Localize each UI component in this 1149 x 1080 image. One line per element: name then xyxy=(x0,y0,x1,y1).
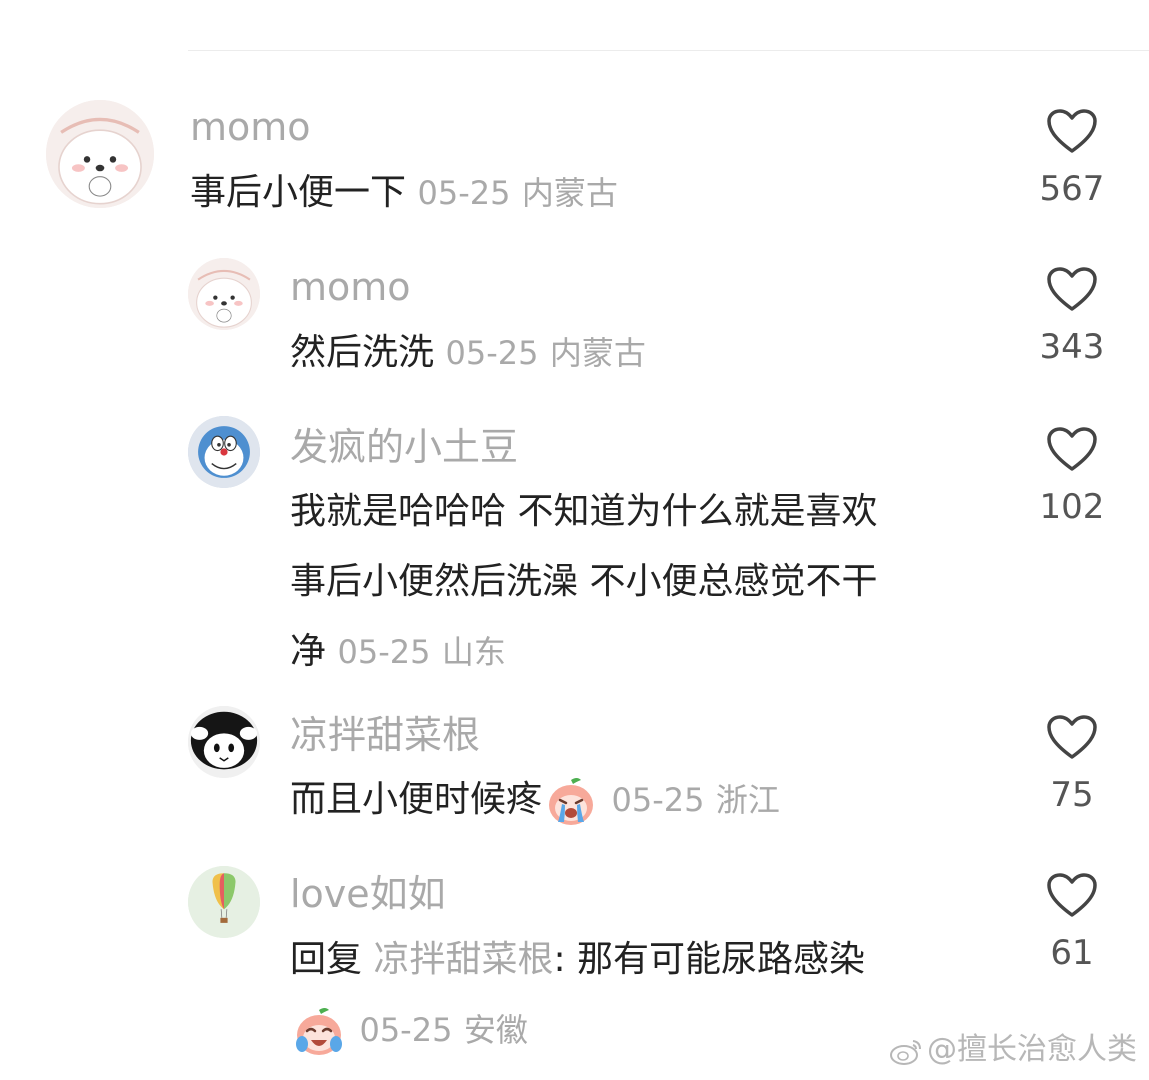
hot-air-balloon-avatar-icon xyxy=(188,866,260,938)
heart-icon xyxy=(1047,873,1097,917)
comment-body: : 那有可能尿路感染 xyxy=(553,939,866,980)
laughing-crying-peach-emoji xyxy=(292,1004,346,1058)
comment-item: love如如 回复 凉拌甜菜根: 那有可能尿路感染 05-25 安徽 61 xyxy=(0,0,1149,1080)
reply-target-username[interactable]: 凉拌甜菜根 xyxy=(373,939,553,980)
username[interactable]: love如如 xyxy=(290,875,446,913)
watermark-text: @擅长治愈人类 xyxy=(927,1032,1137,1067)
like-button[interactable]: 61 xyxy=(1037,872,1107,970)
reply-prefix: 回复 xyxy=(290,939,363,980)
like-count: 61 xyxy=(1050,933,1094,973)
comment-line: 回复 凉拌甜菜根: 那有可能尿路感染 xyxy=(290,925,1010,995)
laughing-crying-peach-icon xyxy=(296,1008,342,1055)
avatar[interactable] xyxy=(188,866,260,938)
comment-date: 05-25 xyxy=(359,1011,453,1049)
weibo-logo-icon xyxy=(890,1039,921,1065)
watermark: @擅长治愈人类 xyxy=(889,1024,1137,1068)
comment-location: 安徽 xyxy=(463,1011,528,1049)
